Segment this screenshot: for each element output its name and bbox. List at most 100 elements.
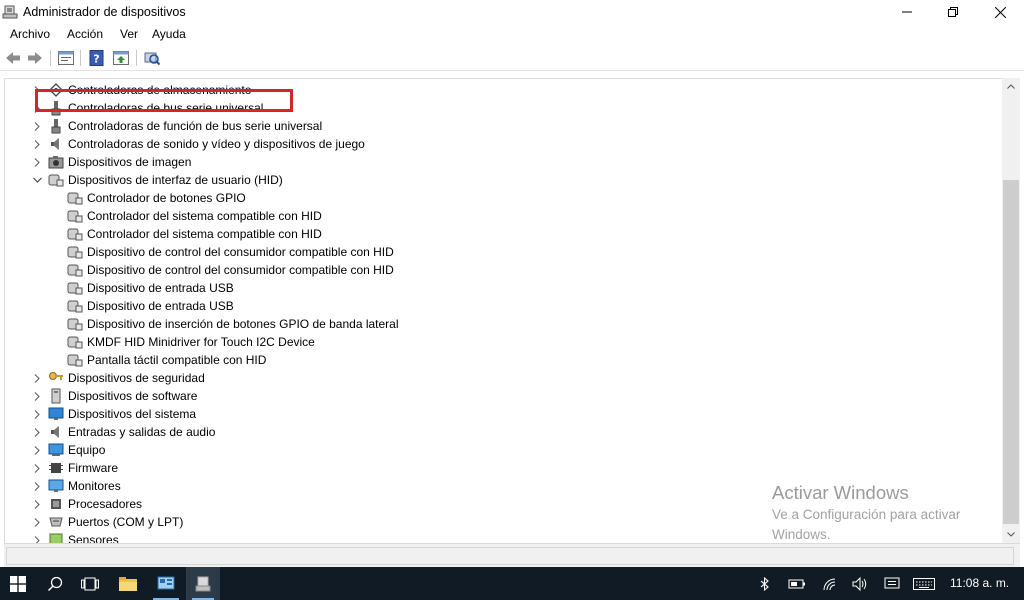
activation-watermark-title: Activar Windows [772,482,909,503]
chevron-right-icon[interactable] [32,495,42,513]
chevron-right-icon[interactable] [32,477,42,495]
tree-item[interactable]: Dispositivo de control del consumidor co… [5,243,995,261]
tree-category-label: Sensores [68,533,119,543]
tree-category-software[interactable]: Dispositivos de software [5,387,995,405]
chevron-right-icon[interactable] [32,153,42,171]
tree-category-seguridad[interactable]: Dispositivos de seguridad [5,369,995,387]
toolbar-separator [136,50,137,66]
tree-category-controladoras-funcion-bus-usb[interactable]: Controladoras de función de bus serie un… [5,117,995,135]
tree-category-sonido-video[interactable]: Controladoras de sonido y vídeo y dispos… [5,135,995,153]
tree-category-label: Procesadores [68,497,143,511]
chevron-right-icon[interactable] [32,441,42,459]
device-tree[interactable]: Controladoras de almacenamiento Controla… [4,78,1002,543]
hid-device-icon [67,334,83,350]
tree-item-label: Controlador de botones GPIO [87,191,246,205]
tree-category-dispositivos-imagen[interactable]: Dispositivos de imagen [5,153,995,171]
tree-category-label: Dispositivos de interfaz de usuario (HID… [68,173,283,187]
menu-ayuda[interactable]: Ayuda [152,27,186,41]
scroll-down-arrow-icon[interactable] [1002,526,1020,543]
back-icon[interactable] [4,49,22,67]
chevron-right-icon[interactable] [32,531,42,543]
tree-category-hid[interactable]: Dispositivos de interfaz de usuario (HID… [5,171,995,189]
tree-item-label: Dispositivo de control del consumidor co… [87,245,394,259]
activation-watermark-text: Ve a Configuración para activar [772,507,961,522]
hid-device-icon [67,280,83,296]
svg-text:?: ? [93,53,99,66]
tree-item[interactable]: Controlador del sistema compatible con H… [5,225,995,243]
hid-device-icon [67,298,83,314]
vertical-scrollbar[interactable] [1002,78,1020,543]
scroll-up-arrow-icon[interactable] [1002,78,1020,95]
update-driver-icon[interactable] [112,49,130,67]
chevron-right-icon[interactable] [32,405,42,423]
chevron-right-icon[interactable] [32,459,42,477]
chevron-right-icon[interactable] [32,513,42,531]
hid-device-icon [67,190,83,206]
tree-item-label: Controlador del sistema compatible con H… [87,209,322,223]
tree-item[interactable]: Dispositivo de entrada USB [5,279,995,297]
hid-device-icon [67,352,83,368]
help-icon[interactable]: ? [88,49,106,67]
tree-category-sensores[interactable]: Sensores [5,531,995,543]
chevron-right-icon[interactable] [32,117,42,135]
hid-device-icon [67,208,83,224]
tree-category-label: Controladoras de sonido y vídeo y dispos… [68,137,365,151]
chevron-down-icon[interactable] [32,171,42,189]
maximize-button[interactable] [930,0,976,24]
taskbar-clock[interactable]: 11:08 a. m. [950,576,1009,590]
chevron-right-icon[interactable] [32,423,42,441]
tree-item-label: Dispositivo de entrada USB [87,281,234,295]
tree-category-label: Entradas y salidas de audio [68,425,216,439]
device-manager-taskbar-button[interactable] [186,567,220,600]
battery-icon[interactable] [785,567,809,600]
tree-category-sistema[interactable]: Dispositivos del sistema [5,405,995,423]
task-view-icon[interactable] [73,567,107,600]
forward-icon[interactable] [26,49,44,67]
notification-icon[interactable] [880,567,904,600]
wifi-icon[interactable] [818,567,842,600]
keyboard-icon[interactable] [910,567,938,600]
speaker-icon [48,136,64,152]
tree-category-label: Equipo [68,443,106,457]
hid-device-icon [48,172,64,188]
title-bar: Administrador de dispositivos [0,0,1024,24]
tree-item-label: Dispositivo de entrada USB [87,299,234,313]
start-button[interactable] [0,567,36,600]
tree-category-label: Monitores [68,479,121,493]
toolbar-separator [80,50,81,66]
chevron-right-icon[interactable] [32,135,42,153]
chevron-right-icon[interactable] [32,387,42,405]
control-panel-icon[interactable] [147,567,185,600]
tree-item[interactable]: Dispositivo de entrada USB [5,297,995,315]
file-explorer-icon[interactable] [110,567,146,600]
minimize-button[interactable] [884,0,930,24]
tree-item[interactable]: Pantalla táctil compatible con HID [5,351,995,369]
scrollbar-thumb[interactable] [1003,180,1019,524]
camera-icon [48,154,64,170]
tree-item[interactable]: Controlador de botones GPIO [5,189,995,207]
tree-item[interactable]: Dispositivo de control del consumidor co… [5,261,995,279]
volume-icon[interactable] [848,567,872,600]
speaker-icon [48,424,64,440]
tree-item[interactable]: Dispositivo de inserción de botones GPIO… [5,315,995,333]
hid-device-icon [67,226,83,242]
key-icon [48,370,64,386]
menu-accion[interactable]: Acción [67,27,103,41]
close-button[interactable] [977,0,1023,24]
tree-category-firmware[interactable]: Firmware [5,459,995,477]
tree-item[interactable]: Controlador del sistema compatible con H… [5,207,995,225]
usb-icon [48,118,64,134]
properties-icon[interactable] [57,49,75,67]
tree-category-equipo[interactable]: Equipo [5,441,995,459]
activation-watermark-text: Windows. [772,527,831,542]
chevron-right-icon[interactable] [32,369,42,387]
bluetooth-icon[interactable] [754,567,776,600]
tree-item-label: Pantalla táctil compatible con HID [87,353,267,367]
search-icon[interactable] [38,567,72,600]
tree-item[interactable]: KMDF HID Minidriver for Touch I2C Device [5,333,995,351]
menu-archivo[interactable]: Archivo [10,27,50,41]
menu-ver[interactable]: Ver [120,27,138,41]
tree-item-label: Dispositivo de inserción de botones GPIO… [87,317,399,331]
tree-category-audio[interactable]: Entradas y salidas de audio [5,423,995,441]
scan-hardware-icon[interactable] [143,49,161,67]
